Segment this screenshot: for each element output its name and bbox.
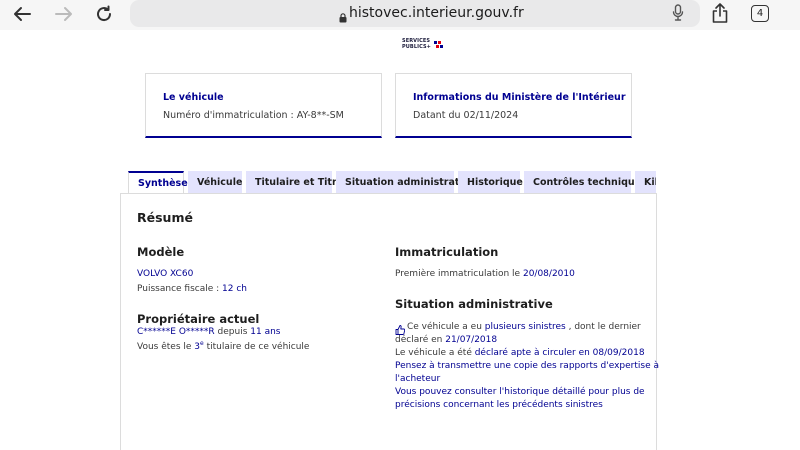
tab-vehicule[interactable]: Véhicule: [188, 171, 242, 193]
tab-synthese[interactable]: Synthèse: [128, 171, 188, 193]
data-date: Datant du 02/11/2024: [413, 110, 519, 121]
owner-line: C******E O*****R depuis 11 ans: [137, 327, 281, 337]
tab-bar: Synthèse Véhicule Titulaire et Titre Sit…: [128, 171, 656, 193]
transmettre-line-1: Pensez à transmettre une copie des rappo…: [395, 361, 660, 371]
historique-line-1[interactable]: Vous pouvez consulter l'historique détai…: [395, 387, 645, 397]
apte-line: Le véhicule a été déclaré apte à circule…: [395, 348, 645, 358]
vehicle-card-title: Le véhicule: [163, 92, 224, 103]
declare-line: déclaré en 21/07/2018: [395, 335, 498, 345]
first-registration: Première immatriculation le 20/08/2010: [395, 269, 575, 279]
puissance-fiscale: Puissance fiscale : 12 ch: [137, 284, 247, 294]
sinistre-line: Ce véhicule a eu plusieurs sinistres , d…: [407, 322, 641, 332]
situation-heading: Situation administrative: [395, 297, 553, 311]
historique-line-2[interactable]: précisions concernant les précédents sin…: [395, 400, 603, 410]
logo-mark-icon: [433, 35, 445, 54]
apte-link[interactable]: déclaré apte à circuler en 08/09/2018: [475, 348, 645, 358]
vehicle-card: Le véhicule Numéro d'immatriculation : A…: [145, 73, 382, 138]
url-text: histovec.interieur.gouv.fr: [349, 5, 524, 21]
registration-number: Numéro d'immatriculation : AY-8**-SM: [163, 110, 344, 121]
lock-icon: [339, 8, 347, 27]
ministry-card-title: Informations du Ministère de l'Intérieur: [413, 92, 626, 103]
transmettre-line-2: l'acheteur: [395, 374, 441, 384]
share-icon[interactable]: [708, 2, 732, 24]
owner-name: C******E O*****R: [137, 327, 215, 337]
vehicle-model: VOLVO XC60: [137, 269, 194, 279]
address-bar[interactable]: histovec.interieur.gouv.fr: [130, 0, 700, 27]
tab-kilometrage[interactable]: Kil: [635, 171, 656, 193]
logo-text: SERVICES PUBLICS+: [402, 38, 431, 50]
tab-historique[interactable]: Historique: [458, 171, 523, 193]
microphone-icon[interactable]: [672, 4, 684, 26]
sinistres-link[interactable]: plusieurs sinistres: [485, 322, 566, 332]
immatriculation-heading: Immatriculation: [395, 245, 499, 259]
services-publics-logo: SERVICES PUBLICS+: [402, 35, 445, 54]
resume-title: Résumé: [137, 210, 193, 225]
forward-arrow-icon[interactable]: [52, 3, 76, 25]
tab-controles-techniques[interactable]: Contrôles techniques: [524, 171, 647, 193]
tabs-count-button[interactable]: 4: [751, 5, 769, 22]
tab-situation-administrative[interactable]: Situation administrative: [336, 171, 475, 193]
ministry-card: Informations du Ministère de l'Intérieur…: [395, 73, 632, 138]
proprietaire-heading: Propriétaire actuel: [137, 312, 260, 326]
browser-toolbar: histovec.interieur.gouv.fr 4: [0, 0, 800, 30]
owner-rank: Vous êtes le 3e titulaire de ce véhicule: [137, 340, 310, 352]
tab-titulaire-et-titre[interactable]: Titulaire et Titre: [246, 171, 343, 193]
back-arrow-icon[interactable]: [10, 3, 34, 25]
modele-heading: Modèle: [137, 245, 185, 259]
reload-icon[interactable]: [92, 3, 116, 25]
